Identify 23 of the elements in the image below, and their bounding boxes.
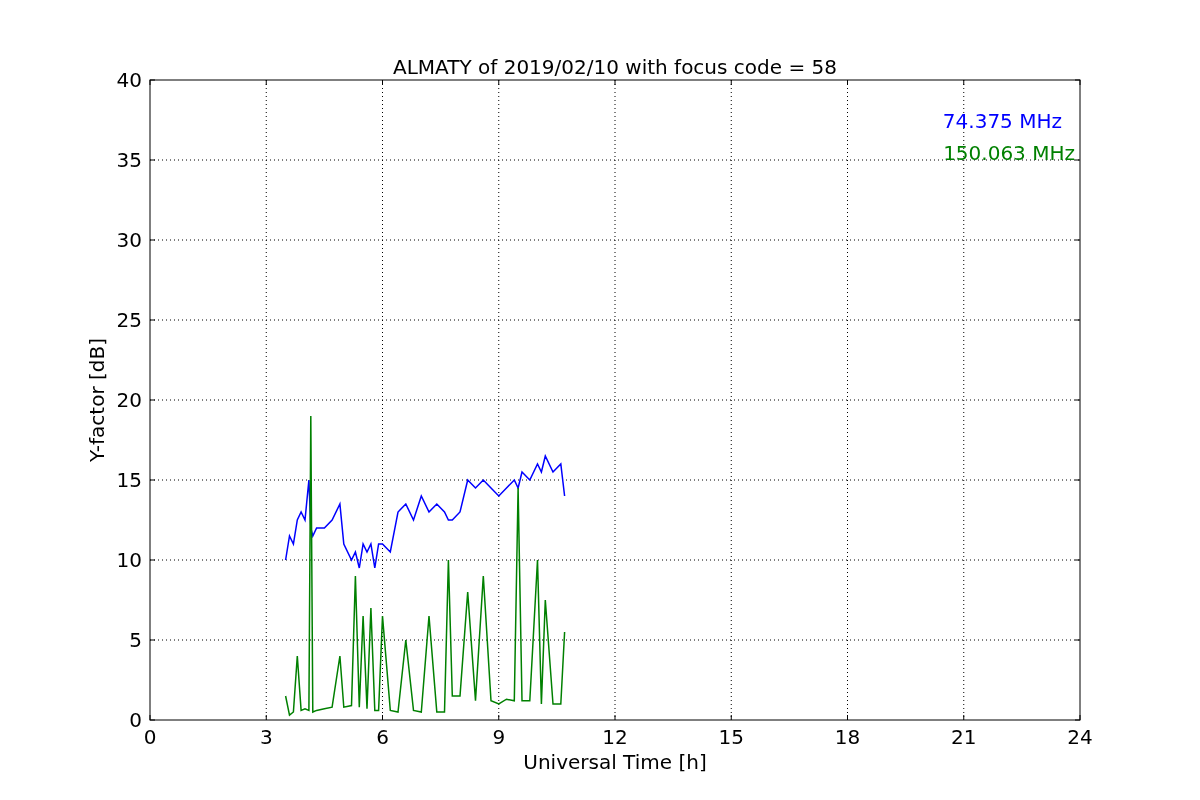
x-axis-label: Universal Time [h] [523,750,707,774]
y-tick-label: 40 [116,68,142,92]
y-tick-label: 10 [116,548,142,572]
x-tick-label: 6 [376,725,389,749]
y-axis-label: Y-factor [dB] [85,338,109,462]
x-tick-label: 18 [834,725,861,749]
y-tick-label: 5 [129,628,142,652]
y-tick-label: 20 [116,388,142,412]
x-tick-label: 21 [951,725,977,749]
x-tick-label: 9 [492,725,506,749]
x-tick-label: 24 [1067,725,1093,749]
y-tick-label: 15 [116,468,142,492]
y-tick-label: 30 [116,228,142,252]
legend-label: 150.063 MHz [943,141,1075,165]
x-tick-label: 12 [602,725,628,749]
y-tick-label: 35 [116,148,142,172]
legend-label: 74.375 MHz [942,109,1062,133]
x-tick-label: 3 [259,725,273,749]
x-tick-label: 15 [718,725,744,749]
y-tick-label: 0 [129,708,142,732]
x-tick-label: 0 [143,725,157,749]
chart-title: ALMATY of 2019/02/10 with focus code = 58 [393,55,837,79]
y-tick-label: 25 [116,308,142,332]
